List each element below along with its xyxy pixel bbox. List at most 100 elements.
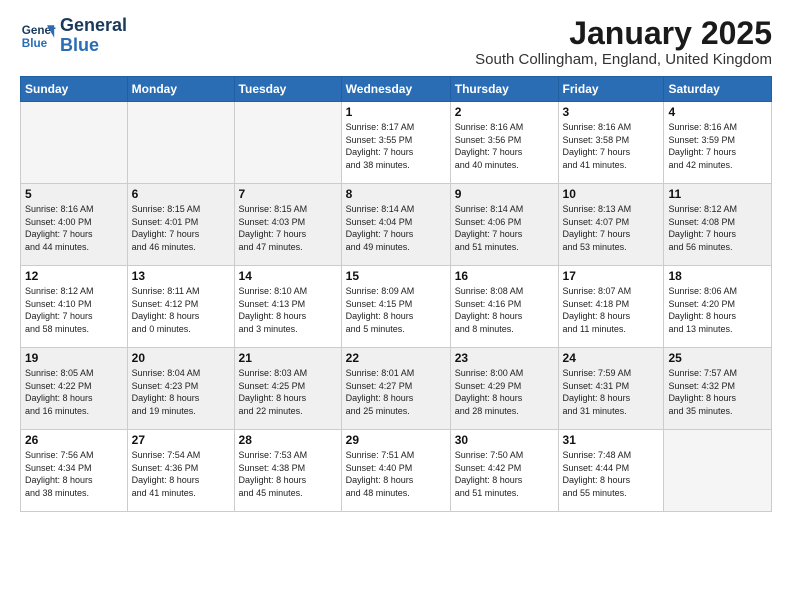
calendar-cell: 11Sunrise: 8:12 AMSunset: 4:08 PMDayligh… xyxy=(664,184,772,266)
cell-text-line: Sunset: 4:34 PM xyxy=(25,462,123,475)
calendar-week-row: 26Sunrise: 7:56 AMSunset: 4:34 PMDayligh… xyxy=(21,430,772,512)
day-number: 12 xyxy=(25,269,123,283)
cell-text-line: Daylight: 8 hours xyxy=(239,474,337,487)
calendar-cell: 24Sunrise: 7:59 AMSunset: 4:31 PMDayligh… xyxy=(558,348,664,430)
cell-text-line: and 16 minutes. xyxy=(25,405,123,418)
cell-text-line: Sunset: 4:27 PM xyxy=(346,380,446,393)
cell-text-line: Daylight: 8 hours xyxy=(563,474,660,487)
calendar-cell: 28Sunrise: 7:53 AMSunset: 4:38 PMDayligh… xyxy=(234,430,341,512)
day-number: 1 xyxy=(346,105,446,119)
cell-text-line: Sunrise: 8:07 AM xyxy=(563,285,660,298)
calendar-cell: 8Sunrise: 8:14 AMSunset: 4:04 PMDaylight… xyxy=(341,184,450,266)
cell-text-line: Sunset: 4:36 PM xyxy=(132,462,230,475)
location: South Collingham, England, United Kingdo… xyxy=(475,51,772,68)
cell-text-line: Sunrise: 8:16 AM xyxy=(455,121,554,134)
cell-text-line: Sunset: 4:03 PM xyxy=(239,216,337,229)
header: General Blue General Blue January 2025 S… xyxy=(20,16,772,68)
cell-text-line: Daylight: 7 hours xyxy=(25,228,123,241)
cell-text-line: Daylight: 7 hours xyxy=(455,228,554,241)
cell-text-line: Sunset: 4:06 PM xyxy=(455,216,554,229)
calendar-cell: 7Sunrise: 8:15 AMSunset: 4:03 PMDaylight… xyxy=(234,184,341,266)
cell-text-line: Sunset: 4:16 PM xyxy=(455,298,554,311)
cell-text-line: and 3 minutes. xyxy=(239,323,337,336)
cell-text-line: Daylight: 8 hours xyxy=(239,392,337,405)
day-number: 10 xyxy=(563,187,660,201)
weekday-header-thursday: Thursday xyxy=(450,77,558,102)
cell-text-line: Daylight: 8 hours xyxy=(455,310,554,323)
day-number: 23 xyxy=(455,351,554,365)
cell-text-line: Sunset: 4:01 PM xyxy=(132,216,230,229)
calendar-cell: 26Sunrise: 7:56 AMSunset: 4:34 PMDayligh… xyxy=(21,430,128,512)
cell-text-line: and 13 minutes. xyxy=(668,323,767,336)
logo-text: General Blue xyxy=(60,16,127,56)
svg-text:Blue: Blue xyxy=(22,37,48,50)
month-title: January 2025 xyxy=(475,16,772,51)
cell-text-line: Sunset: 4:04 PM xyxy=(346,216,446,229)
cell-text-line: Sunset: 4:07 PM xyxy=(563,216,660,229)
cell-text-line: Sunrise: 8:06 AM xyxy=(668,285,767,298)
cell-text-line: Sunrise: 7:54 AM xyxy=(132,449,230,462)
cell-text-line: Sunrise: 8:00 AM xyxy=(455,367,554,380)
calendar-cell: 5Sunrise: 8:16 AMSunset: 4:00 PMDaylight… xyxy=(21,184,128,266)
day-number: 4 xyxy=(668,105,767,119)
cell-text-line: Daylight: 8 hours xyxy=(132,474,230,487)
day-number: 21 xyxy=(239,351,337,365)
cell-text-line: Sunset: 4:12 PM xyxy=(132,298,230,311)
cell-text-line: Sunrise: 8:12 AM xyxy=(668,203,767,216)
cell-text-line: Sunset: 4:32 PM xyxy=(668,380,767,393)
day-number: 6 xyxy=(132,187,230,201)
cell-text-line: Daylight: 8 hours xyxy=(455,474,554,487)
day-number: 9 xyxy=(455,187,554,201)
calendar-cell xyxy=(664,430,772,512)
cell-text-line: Sunrise: 7:50 AM xyxy=(455,449,554,462)
cell-text-line: and 31 minutes. xyxy=(563,405,660,418)
title-block: January 2025 South Collingham, England, … xyxy=(475,16,772,68)
day-number: 14 xyxy=(239,269,337,283)
cell-text-line: Daylight: 8 hours xyxy=(563,392,660,405)
calendar-cell: 2Sunrise: 8:16 AMSunset: 3:56 PMDaylight… xyxy=(450,102,558,184)
cell-text-line: and 11 minutes. xyxy=(563,323,660,336)
cell-text-line: and 46 minutes. xyxy=(132,241,230,254)
cell-text-line: and 19 minutes. xyxy=(132,405,230,418)
cell-text-line: Sunrise: 8:15 AM xyxy=(239,203,337,216)
calendar-cell: 29Sunrise: 7:51 AMSunset: 4:40 PMDayligh… xyxy=(341,430,450,512)
logo: General Blue General Blue xyxy=(20,16,127,56)
cell-text-line: Daylight: 7 hours xyxy=(346,228,446,241)
cell-text-line: Daylight: 8 hours xyxy=(239,310,337,323)
day-number: 19 xyxy=(25,351,123,365)
day-number: 17 xyxy=(563,269,660,283)
calendar-cell: 16Sunrise: 8:08 AMSunset: 4:16 PMDayligh… xyxy=(450,266,558,348)
day-number: 20 xyxy=(132,351,230,365)
calendar-cell: 3Sunrise: 8:16 AMSunset: 3:58 PMDaylight… xyxy=(558,102,664,184)
calendar-cell: 9Sunrise: 8:14 AMSunset: 4:06 PMDaylight… xyxy=(450,184,558,266)
weekday-header-saturday: Saturday xyxy=(664,77,772,102)
cell-text-line: and 47 minutes. xyxy=(239,241,337,254)
cell-text-line: and 45 minutes. xyxy=(239,487,337,500)
calendar-cell: 13Sunrise: 8:11 AMSunset: 4:12 PMDayligh… xyxy=(127,266,234,348)
cell-text-line: and 22 minutes. xyxy=(239,405,337,418)
cell-text-line: Sunrise: 8:10 AM xyxy=(239,285,337,298)
calendar: SundayMondayTuesdayWednesdayThursdayFrid… xyxy=(20,76,772,512)
cell-text-line: Sunset: 4:44 PM xyxy=(563,462,660,475)
cell-text-line: Sunset: 4:15 PM xyxy=(346,298,446,311)
cell-text-line: Daylight: 8 hours xyxy=(455,392,554,405)
cell-text-line: Sunrise: 8:03 AM xyxy=(239,367,337,380)
cell-text-line: Sunset: 4:08 PM xyxy=(668,216,767,229)
day-number: 29 xyxy=(346,433,446,447)
day-number: 25 xyxy=(668,351,767,365)
cell-text-line: Sunrise: 8:14 AM xyxy=(346,203,446,216)
cell-text-line: and 5 minutes. xyxy=(346,323,446,336)
cell-text-line: Sunrise: 8:16 AM xyxy=(25,203,123,216)
cell-text-line: Sunset: 4:18 PM xyxy=(563,298,660,311)
cell-text-line: and 51 minutes. xyxy=(455,241,554,254)
cell-text-line: Sunrise: 8:16 AM xyxy=(563,121,660,134)
cell-text-line: Daylight: 7 hours xyxy=(455,146,554,159)
calendar-cell: 25Sunrise: 7:57 AMSunset: 4:32 PMDayligh… xyxy=(664,348,772,430)
cell-text-line: Sunrise: 8:12 AM xyxy=(25,285,123,298)
cell-text-line: and 8 minutes. xyxy=(455,323,554,336)
calendar-cell: 1Sunrise: 8:17 AMSunset: 3:55 PMDaylight… xyxy=(341,102,450,184)
calendar-cell: 19Sunrise: 8:05 AMSunset: 4:22 PMDayligh… xyxy=(21,348,128,430)
cell-text-line: Sunrise: 8:17 AM xyxy=(346,121,446,134)
calendar-cell xyxy=(127,102,234,184)
cell-text-line: Daylight: 8 hours xyxy=(346,474,446,487)
